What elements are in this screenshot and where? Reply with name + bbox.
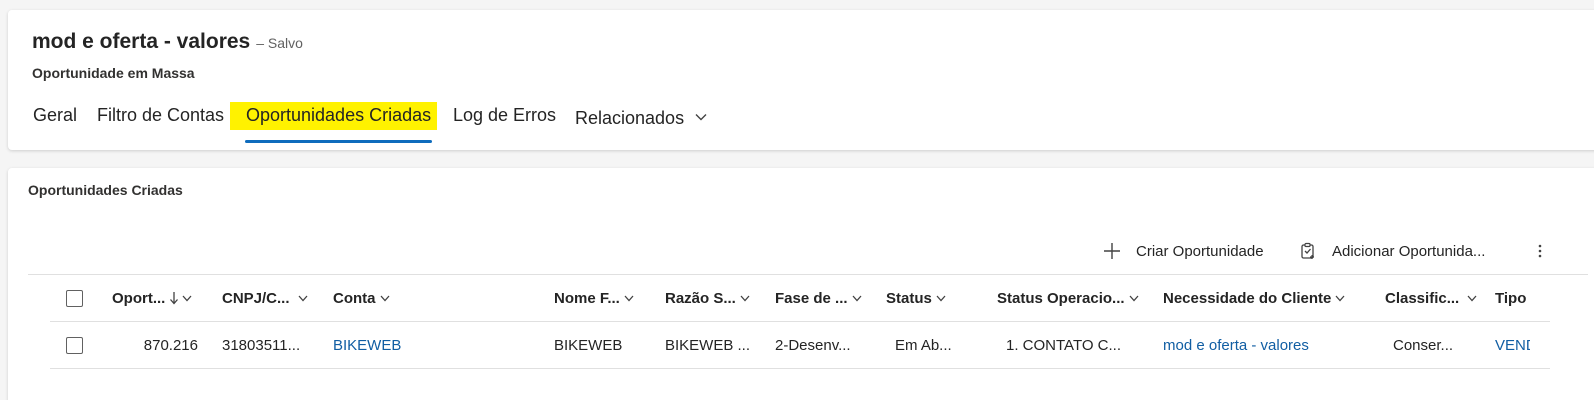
command-bar: [1530, 238, 1550, 264]
column-header-oportunidade[interactable]: Oport...: [112, 275, 192, 321]
column-header-label: Oport...: [112, 289, 166, 307]
sort-descending-icon: [170, 292, 179, 305]
column-header-classificacao[interactable]: Classific...: [1385, 275, 1477, 321]
cell-status-operacional: 1. CONTATO C...: [1006, 336, 1122, 354]
clipboard-add-icon: [1298, 241, 1318, 261]
cell-tipo[interactable]: VEND: [1495, 322, 1530, 368]
command-label: Adicionar Oportunida...: [1332, 242, 1486, 260]
cell-oportunidade: 870.216: [143, 336, 198, 354]
title-row: mod e oferta - valores – Salvo: [32, 30, 303, 54]
tab-label: Geral: [33, 105, 78, 125]
add-opportunity-button[interactable]: Adicionar Oportunida...: [1298, 241, 1485, 261]
chevron-down-icon: [1335, 295, 1345, 301]
record-header: mod e oferta - valores – Salvo Oportunid…: [8, 10, 1594, 150]
cell-nome-fantasia: BIKEWEB: [554, 336, 623, 354]
tab-log-de-erros[interactable]: Log de Erros: [453, 102, 556, 146]
column-header-tipo[interactable]: Tipo: [1495, 275, 1526, 321]
column-header-nome-fantasia[interactable]: Nome F...: [554, 275, 634, 321]
column-header-label: Classific...: [1385, 289, 1460, 307]
tab-relacionados[interactable]: Relacionados: [575, 102, 707, 146]
column-header-label: Conta: [333, 289, 376, 307]
select-all-checkbox[interactable]: [66, 275, 83, 321]
column-header-status[interactable]: Status: [886, 275, 946, 321]
column-header-razao-social[interactable]: Razão S...: [665, 275, 750, 321]
active-tab-indicator: [245, 140, 433, 143]
record-title: mod e oferta - valores: [32, 30, 251, 53]
column-header-label: Fase de ...: [775, 289, 848, 307]
tab-label: Relacionados: [575, 108, 685, 128]
column-header-cnpj[interactable]: CNPJ/C...: [222, 275, 308, 321]
cell-fase: 2-Desenv...: [775, 336, 851, 354]
column-header-label: Nome F...: [554, 289, 620, 307]
entity-name: Oportunidade em Massa: [32, 65, 195, 81]
column-header-label: CNPJ/C...: [222, 289, 290, 307]
column-header-necessidade[interactable]: Necessidade do Cliente: [1163, 275, 1345, 321]
section-title: Oportunidades Criadas: [28, 182, 183, 198]
tab-label: Oportunidades Criadas: [246, 105, 432, 125]
column-header-label: Status Operacio...: [997, 289, 1125, 307]
new-opportunity-button[interactable]: Criar Oportunidade: [1102, 241, 1264, 261]
table-row[interactable]: 870.216 31803511... BIKEWEB BIKEWEB BIKE…: [28, 322, 1588, 368]
cell-razao-social: BIKEWEB ...: [665, 336, 751, 354]
chevron-down-icon: [695, 102, 707, 128]
chevron-down-icon: [936, 295, 946, 301]
cell-cnpj: 31803511...: [222, 336, 301, 354]
command-label: Criar Oportunidade: [1136, 242, 1264, 260]
plus-icon: [1102, 241, 1122, 261]
checkbox[interactable]: [66, 336, 83, 354]
chevron-down-icon: [1129, 295, 1139, 301]
tab-geral[interactable]: Geral: [33, 102, 77, 146]
more-vertical-icon: [1530, 241, 1550, 261]
chevron-down-icon: [182, 295, 192, 301]
command-bar: Adicionar Oportunida...: [1298, 238, 1485, 264]
tab-label: Filtro de Contas: [97, 105, 225, 125]
account-link[interactable]: BIKEWEB: [333, 322, 401, 368]
save-status: – Salvo: [256, 35, 303, 51]
chevron-down-icon: [1467, 295, 1477, 301]
column-header-label: Status: [886, 289, 932, 307]
chevron-down-icon: [380, 295, 389, 301]
chevron-down-icon: [852, 295, 862, 301]
column-header-fase[interactable]: Fase de ...: [775, 275, 862, 321]
tab-label: Log de Erros: [453, 105, 557, 125]
chevron-down-icon: [624, 295, 634, 301]
more-commands-button[interactable]: [1530, 241, 1550, 261]
subgrid-section: Oportunidades Criadas Criar Oportunidade…: [8, 168, 1594, 400]
row-select-checkbox[interactable]: [66, 322, 83, 368]
chevron-down-icon: [298, 295, 308, 301]
command-bar: Criar Oportunidade: [1102, 238, 1264, 264]
checkbox[interactable]: [66, 289, 83, 307]
column-header-conta[interactable]: Conta: [333, 275, 390, 321]
divider: [50, 368, 1550, 369]
column-header-label: Necessidade do Cliente: [1163, 289, 1332, 307]
customer-need-link[interactable]: mod e oferta - valores: [1163, 322, 1309, 368]
column-header-label: Tipo: [1495, 289, 1527, 307]
column-header-status-operacional[interactable]: Status Operacio...: [997, 275, 1139, 321]
column-header-row: Oport... CNPJ/C... Conta Nome F... Razão: [28, 275, 1588, 321]
chevron-down-icon: [740, 295, 750, 301]
cell-classificacao: Conser...: [1393, 336, 1454, 354]
tab-filtro-de-contas[interactable]: Filtro de Contas: [97, 102, 224, 146]
column-header-label: Razão S...: [665, 289, 736, 307]
tab-oportunidades-criadas[interactable]: Oportunidades Criadas: [230, 102, 438, 146]
cell-status: Em Ab...: [895, 336, 952, 354]
